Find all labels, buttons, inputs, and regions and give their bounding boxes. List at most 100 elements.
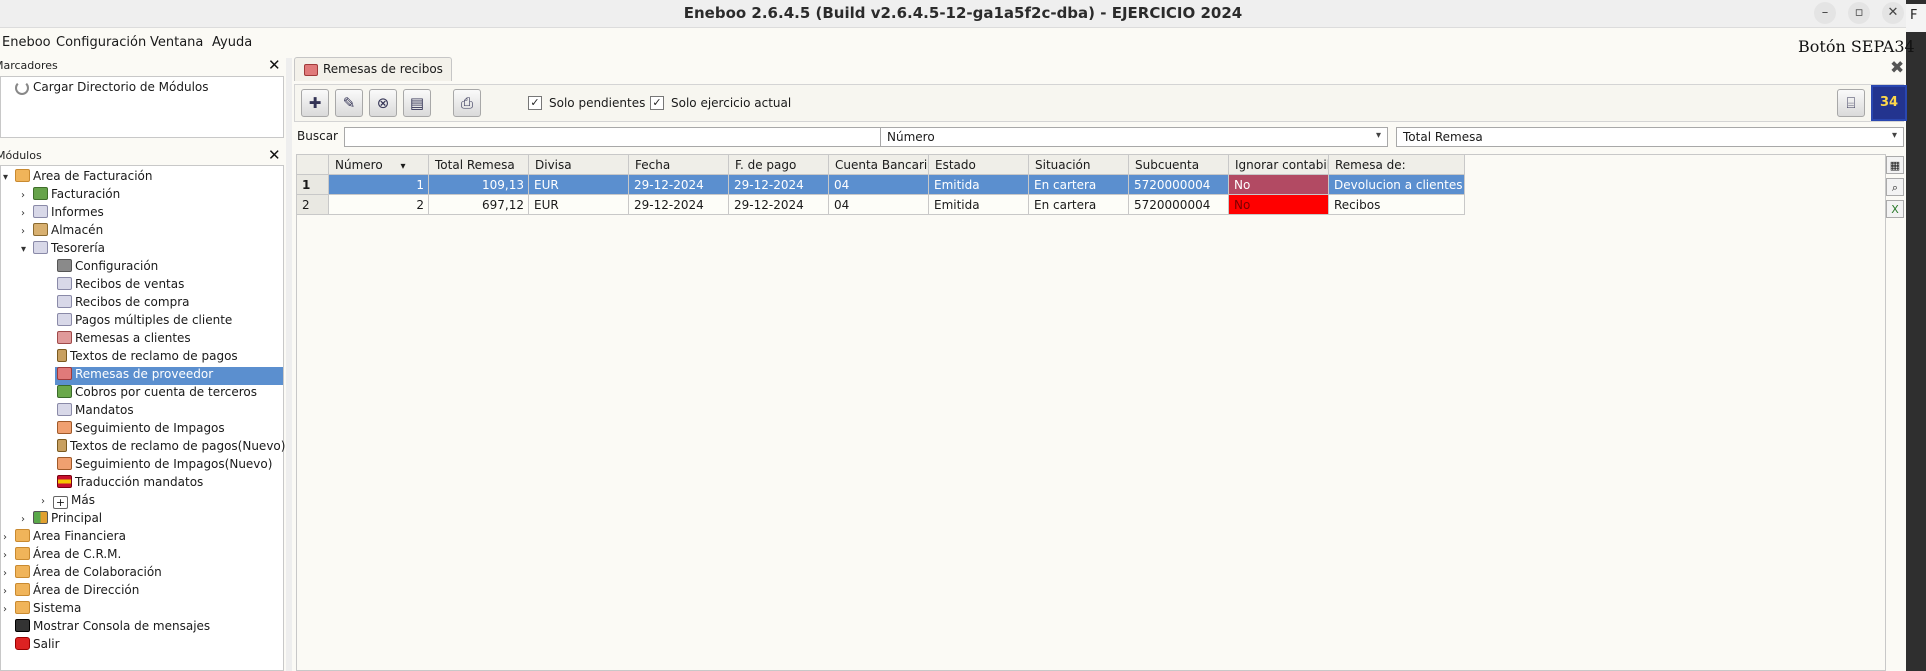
tree-item-remesas-clientes[interactable]: Remesas a clientes: [57, 331, 191, 349]
tree-item-cobros-terceros[interactable]: Cobros por cuenta de terceros: [57, 385, 257, 403]
tree-item-configuracion[interactable]: Configuración: [57, 259, 158, 277]
cell-ignorar[interactable]: No: [1229, 195, 1329, 215]
edit-record-button[interactable]: ✎: [335, 89, 363, 117]
view-record-button[interactable]: ▤: [403, 89, 431, 117]
chevron-right-icon[interactable]: ›: [21, 208, 33, 219]
cell-fpago[interactable]: 29-12-2024: [729, 195, 829, 215]
chevron-down-icon[interactable]: ▾: [3, 172, 15, 183]
cell-subcuenta[interactable]: 5720000004: [1129, 195, 1229, 215]
chevron-right-icon[interactable]: ›: [3, 604, 15, 615]
print-button[interactable]: ⎙: [453, 89, 481, 117]
sepa34-button[interactable]: 34: [1871, 85, 1907, 121]
tree-item-textos-reclamo[interactable]: Textos de reclamo de pagos: [57, 349, 238, 367]
cell-situacion[interactable]: En cartera: [1029, 195, 1129, 215]
column-header-cuenta[interactable]: Cuenta Bancaria: [829, 155, 929, 175]
chevron-right-icon[interactable]: ›: [3, 568, 15, 579]
chevron-right-icon[interactable]: ›: [21, 226, 33, 237]
column-header-remesa-de[interactable]: Remesa de:: [1329, 155, 1465, 175]
close-tab-icon[interactable]: ✖: [1890, 58, 1904, 78]
cell-ignorar[interactable]: No: [1229, 175, 1329, 195]
column-header-estado[interactable]: Estado: [929, 155, 1029, 175]
menu-configuracion[interactable]: Configuración: [56, 35, 146, 50]
column-header-fpago[interactable]: F. de pago: [729, 155, 829, 175]
maximize-button[interactable]: ▫: [1848, 2, 1870, 24]
tree-item-area-financiera[interactable]: › Area Financiera: [3, 529, 126, 547]
tree-item-area-direccion[interactable]: › Área de Dirección: [3, 583, 139, 601]
row-number[interactable]: 2: [297, 195, 329, 215]
tree-item-recibos-ventas[interactable]: Recibos de ventas: [57, 277, 184, 295]
column-header-situacion[interactable]: Situación: [1029, 155, 1129, 175]
tree-item-area-crm[interactable]: › Área de C.R.M.: [3, 547, 121, 565]
solo-ejercicio-checkbox[interactable]: ✓: [650, 96, 664, 110]
cell-situacion[interactable]: En cartera: [1029, 175, 1129, 195]
chevron-right-icon[interactable]: ›: [3, 550, 15, 561]
bookmarks-close-icon[interactable]: ✕: [268, 56, 281, 74]
modules-close-icon[interactable]: ✕: [268, 146, 281, 164]
tree-item-remesas-proveedor[interactable]: Remesas de proveedor: [55, 367, 283, 385]
tree-item-informes[interactable]: › Informes: [21, 205, 104, 223]
tree-item-almacen[interactable]: › Almacén: [21, 223, 103, 241]
delete-record-button[interactable]: ⊗: [369, 89, 397, 117]
menu-ayuda[interactable]: Ayuda: [212, 35, 252, 50]
cell-divisa[interactable]: EUR: [529, 195, 629, 215]
cell-fecha[interactable]: 29-12-2024: [629, 175, 729, 195]
chevron-right-icon[interactable]: ›: [21, 190, 33, 201]
columns-config-button[interactable]: ▦: [1886, 156, 1904, 174]
tree-item-seguimiento-impagos-nuevo[interactable]: Seguimiento de Impagos(Nuevo): [57, 457, 272, 475]
chevron-right-icon[interactable]: ›: [21, 514, 33, 525]
cell-numero[interactable]: 2: [329, 195, 429, 215]
chevron-right-icon[interactable]: ›: [3, 586, 15, 597]
tree-item-principal[interactable]: › Principal: [21, 511, 102, 529]
cell-total[interactable]: 697,12: [429, 195, 529, 215]
tree-item-recibos-compra[interactable]: Recibos de compra: [57, 295, 190, 313]
tree-item-mandatos[interactable]: Mandatos: [57, 403, 134, 421]
tree-item-consola[interactable]: Mostrar Consola de mensajes: [15, 619, 210, 637]
panel-splitter[interactable]: [286, 58, 292, 671]
minimize-button[interactable]: –: [1814, 2, 1836, 24]
cell-numero[interactable]: 1: [329, 175, 429, 195]
cell-remesa-de[interactable]: Devolucion a clientes: [1329, 175, 1465, 195]
cell-remesa-de[interactable]: Recibos: [1329, 195, 1465, 215]
search-field-select[interactable]: Número ▾: [880, 127, 1388, 147]
cell-cuenta[interactable]: 04: [829, 175, 929, 195]
chevron-down-icon[interactable]: ▾: [21, 244, 33, 255]
chevron-right-icon[interactable]: ›: [41, 496, 53, 507]
tree-item-textos-reclamo-nuevo[interactable]: Textos de reclamo de pagos(Nuevo): [57, 439, 285, 457]
cell-fpago[interactable]: 29-12-2024: [729, 175, 829, 195]
order-field-select[interactable]: Total Remesa ▾: [1396, 127, 1904, 147]
column-header-total[interactable]: Total Remesa: [429, 155, 529, 175]
search-button[interactable]: ⌕: [1886, 178, 1904, 196]
tree-item-seguimiento-impagos[interactable]: Seguimiento de Impagos: [57, 421, 225, 439]
row-number[interactable]: 1: [297, 175, 329, 195]
export-excel-button[interactable]: X: [1886, 200, 1904, 218]
new-record-button[interactable]: ✚: [301, 89, 329, 117]
column-header-ignorar[interactable]: Ignorar contabil: [1229, 155, 1329, 175]
menu-eneboo[interactable]: Eneboo: [2, 35, 51, 50]
chevron-right-icon[interactable]: ›: [3, 532, 15, 543]
tab-remesas-recibos[interactable]: Remesas de recibos: [294, 57, 452, 81]
cash-register-button[interactable]: ⌸: [1837, 89, 1865, 117]
close-window-button[interactable]: ✕: [1882, 2, 1904, 24]
cell-fecha[interactable]: 29-12-2024: [629, 195, 729, 215]
column-header-fecha[interactable]: Fecha: [629, 155, 729, 175]
tree-item-area-colaboracion[interactable]: › Área de Colaboración: [3, 565, 162, 583]
cell-subcuenta[interactable]: 5720000004: [1129, 175, 1229, 195]
bookmark-item[interactable]: Cargar Directorio de Módulos: [15, 80, 209, 95]
tree-item-mas[interactable]: › + Más: [41, 493, 95, 511]
solo-pendientes-checkbox[interactable]: ✓: [528, 96, 542, 110]
tree-item-sistema[interactable]: › Sistema: [3, 601, 81, 619]
cell-estado[interactable]: Emitida: [929, 195, 1029, 215]
cell-total[interactable]: 109,13: [429, 175, 529, 195]
tree-item-salir[interactable]: Salir: [15, 637, 60, 655]
column-header-divisa[interactable]: Divisa: [529, 155, 629, 175]
menu-ventana[interactable]: Ventana: [150, 35, 203, 50]
cell-cuenta[interactable]: 04: [829, 195, 929, 215]
tree-item-area-facturacion[interactable]: ▾ Area de Facturación: [3, 169, 152, 187]
cell-estado[interactable]: Emitida: [929, 175, 1029, 195]
tree-item-tesoreria[interactable]: ▾ Tesorería: [21, 241, 105, 259]
column-header-numero[interactable]: Número ▾: [329, 155, 429, 175]
tree-item-facturacion[interactable]: › Facturación: [21, 187, 120, 205]
tree-item-pagos-multiples[interactable]: Pagos múltiples de cliente: [57, 313, 232, 331]
column-header-subcuenta[interactable]: Subcuenta: [1129, 155, 1229, 175]
cell-divisa[interactable]: EUR: [529, 175, 629, 195]
